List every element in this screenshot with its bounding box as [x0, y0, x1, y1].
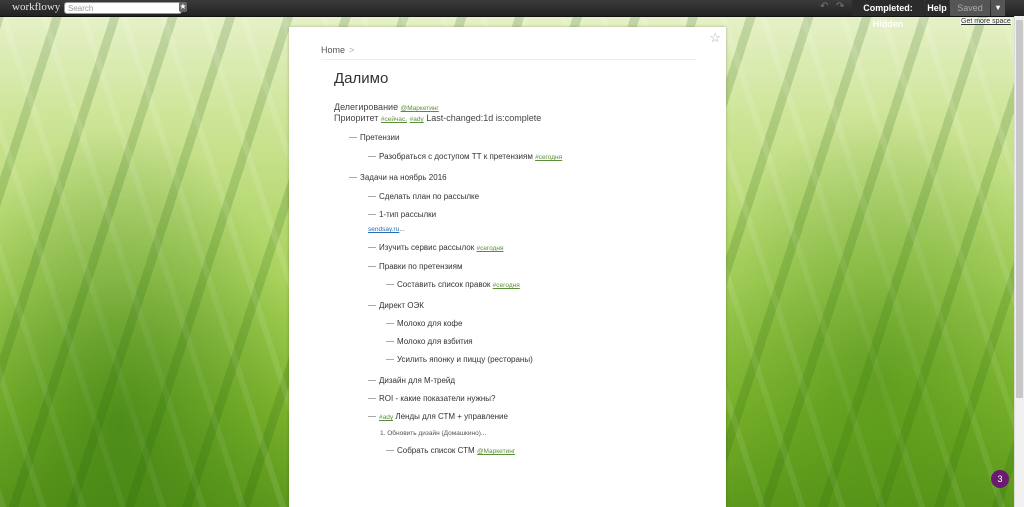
bullet-icon[interactable] [386, 323, 394, 325]
star-icon: ★ [179, 2, 187, 11]
mention-link[interactable]: @Маркетинг [401, 105, 439, 112]
bullet-icon[interactable] [386, 359, 394, 361]
item-note[interactable]: sendsay.ru... [368, 226, 405, 233]
page-note-line-1[interactable]: Делегирование @Маркетинг [334, 102, 439, 112]
list-item[interactable]: Изучить сервис рассылок #сегодня [368, 243, 504, 252]
breadcrumb-separator: > [349, 45, 355, 55]
bullet-icon[interactable] [386, 450, 394, 452]
bullet-icon[interactable] [368, 196, 376, 198]
bullet-icon[interactable] [368, 398, 376, 400]
top-bar: workflowy ★ ↶ ↷ Completed: Hidden Help S… [0, 0, 1024, 29]
scrollbar-thumb[interactable] [1016, 20, 1023, 398]
list-item[interactable]: Претензии [349, 133, 399, 142]
redo-icon[interactable]: ↷ [836, 1, 844, 12]
completed-toggle-button[interactable]: Completed: Hidden [852, 0, 924, 29]
bullet-icon[interactable] [368, 305, 376, 307]
chevron-down-icon: ▾ [995, 3, 1000, 12]
tag-link[interactable]: #сегодня [535, 154, 562, 161]
tag-link[interactable]: #ady [379, 414, 393, 421]
tag-link[interactable]: #сейчас, [381, 116, 407, 123]
list-item[interactable]: ROI - какие показатели нужны? [368, 394, 495, 403]
bullet-icon[interactable] [368, 416, 376, 418]
sendsay-link[interactable]: sendsay.ru [368, 226, 399, 233]
bullet-icon[interactable] [368, 247, 376, 249]
list-item[interactable]: Задачи на ноябрь 2016 [349, 173, 447, 182]
list-item[interactable]: #ady Ленды для СТМ + управление [368, 412, 508, 421]
list-item[interactable]: Сделать план по рассылке [368, 192, 479, 201]
bullet-icon[interactable] [386, 284, 394, 286]
tag-link[interactable]: #ady [410, 116, 424, 123]
note-text: Last-changed:1d is:complete [426, 113, 542, 123]
settings-dropdown-button[interactable]: ▾ [991, 0, 1005, 16]
tag-link[interactable]: #сегодня [476, 245, 503, 252]
list-item[interactable]: Дизайн для М-трейд [368, 376, 455, 385]
page-title[interactable]: Далимо [334, 70, 388, 87]
list-item[interactable]: Разобраться с доступом ТТ к претензиям #… [368, 152, 562, 161]
list-item[interactable]: Директ ОЭК [368, 301, 424, 310]
bullet-icon[interactable] [368, 156, 376, 158]
list-item[interactable]: Правки по претензиям [368, 262, 462, 271]
bullet-icon[interactable] [386, 341, 394, 343]
item-note[interactable]: 1. Обновить дизайн (Домашкино)... [380, 430, 486, 437]
note-text: Приоритет [334, 113, 379, 123]
list-item[interactable]: Собрать список СТМ @Маркетинг [386, 446, 515, 455]
scrollbar[interactable] [1014, 16, 1024, 507]
breadcrumb: Home > [321, 45, 354, 55]
get-more-space-link[interactable]: Get more space [960, 18, 1012, 25]
help-button[interactable]: Help [925, 0, 949, 16]
outline-page: ☆ Home > Далимо Делегирование @Маркетинг … [289, 27, 726, 507]
tag-link[interactable]: #сегодня [493, 282, 520, 289]
app-logo[interactable]: workflowy [12, 1, 60, 13]
bullet-icon[interactable] [349, 137, 357, 139]
search-input[interactable] [64, 2, 182, 14]
bullet-icon[interactable] [349, 177, 357, 179]
list-item[interactable]: Молоко для взбития [386, 337, 473, 346]
list-item[interactable]: 1-тип рассылки [368, 210, 436, 219]
page-note-line-2[interactable]: Приоритет #сейчас, #ady Last-changed:1d … [334, 113, 541, 123]
bullet-icon[interactable] [368, 214, 376, 216]
list-item[interactable]: Составить список правок #сегодня [386, 280, 520, 289]
mention-link[interactable]: @Маркетинг [477, 448, 515, 455]
notification-badge[interactable]: 3 [991, 470, 1009, 488]
starred-button[interactable]: ★ [179, 2, 187, 12]
bullet-icon[interactable] [368, 266, 376, 268]
undo-icon[interactable]: ↶ [820, 1, 828, 12]
list-item[interactable]: Молоко для кофе [386, 319, 462, 328]
list-item[interactable]: Усилить японку и пиццу (рестораны) [386, 355, 533, 364]
bullet-icon[interactable] [368, 380, 376, 382]
divider [321, 59, 696, 60]
note-text: Делегирование [334, 102, 399, 112]
saved-status: Saved [950, 0, 990, 16]
breadcrumb-home[interactable]: Home [321, 45, 345, 55]
star-icon[interactable]: ☆ [709, 30, 721, 46]
